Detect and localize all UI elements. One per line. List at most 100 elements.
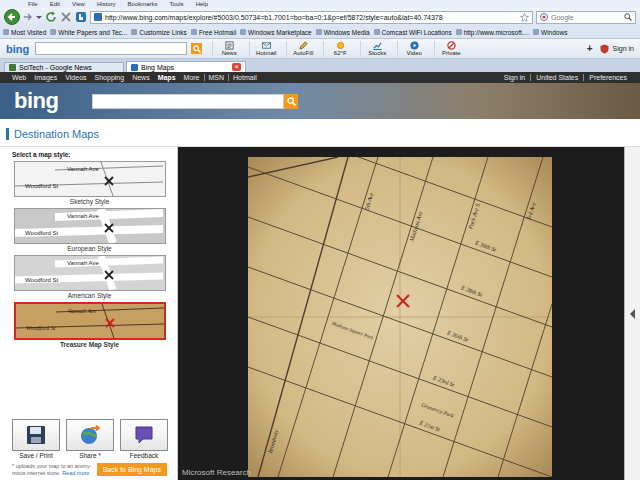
avenue-line <box>443 157 543 477</box>
private-icon <box>447 41 456 50</box>
menu-item[interactable]: Edit <box>50 0 60 8</box>
nav-link[interactable]: Web <box>8 74 30 81</box>
nav-link[interactable]: Videos <box>61 74 90 81</box>
toolbar-search-field[interactable] <box>35 42 187 55</box>
nav-link[interactable]: News <box>128 74 154 81</box>
collapse-arrow-icon[interactable] <box>630 309 636 319</box>
style-label: American Style <box>68 292 112 299</box>
style-label: Sketchy Style <box>70 198 109 205</box>
address-bar[interactable]: http://www.bing.com/maps/explore/#5003/0… <box>90 11 533 24</box>
treasure-map[interactable]: 5th AveMadison AvePark Ave S3rd AveE 30t… <box>248 157 552 477</box>
search-field[interactable]: Google <box>536 11 636 24</box>
site-search-field[interactable] <box>92 94 284 109</box>
svg-text:Vannah Ave: Vannah Ave <box>67 213 99 219</box>
menu-item[interactable]: History <box>97 0 116 8</box>
map-style-option[interactable]: Vannah AveWoodford StEuropean Style <box>12 208 167 252</box>
account-link[interactable]: Sign in <box>499 74 530 81</box>
bookmark-star-icon[interactable] <box>520 13 529 22</box>
reload-icon[interactable] <box>45 11 57 23</box>
nav-link[interactable]: More <box>180 74 204 81</box>
account-link[interactable]: United States <box>530 74 583 81</box>
toolbar-logo[interactable]: bing <box>4 43 31 55</box>
back-arrow-icon[interactable] <box>4 9 20 25</box>
street-line <box>248 157 552 227</box>
stop-icon[interactable] <box>60 11 72 23</box>
magnifier-icon <box>287 97 296 106</box>
style-preview: Vannah AveWoodford St <box>16 304 164 338</box>
add-button[interactable]: + <box>584 43 596 54</box>
bookmark[interactable]: Comcast WiFi Locations <box>374 29 452 36</box>
bookmark[interactable]: Customize Links <box>131 29 187 36</box>
street-line <box>248 367 552 477</box>
home-icon[interactable] <box>75 11 87 23</box>
bookmark-icon <box>316 29 322 35</box>
toolbar-button-label: Private <box>442 50 461 57</box>
style-thumbnail[interactable]: Vannah AveWoodford St <box>14 302 166 340</box>
action-button[interactable]: Save / Print <box>12 419 60 459</box>
account-link[interactable]: Preferences <box>583 74 632 81</box>
menu-item[interactable]: Tools <box>170 0 184 8</box>
sun-icon <box>336 41 345 50</box>
street-label: 5th Ave <box>364 192 375 211</box>
bookmark[interactable]: Windows Marketplace <box>240 29 312 36</box>
tab-close-button[interactable]: × <box>232 63 241 71</box>
action-button[interactable]: Feedback <box>120 419 168 459</box>
toolbar-button[interactable]: Hotmail <box>249 41 282 57</box>
toolbar-button[interactable]: Video <box>397 41 430 57</box>
map-style-option[interactable]: Vannah AveWoodford St Sketchy Style <box>12 161 167 205</box>
street-label: E 30th St <box>473 239 497 253</box>
destination-x-icon[interactable] <box>397 295 409 307</box>
forward-arrow-icon[interactable] <box>23 12 33 22</box>
bookmark[interactable]: White Papers and Tec... <box>50 29 127 36</box>
style-thumbnail[interactable]: Vannah AveWoodford St <box>14 161 166 197</box>
toolbar-button[interactable]: Private <box>434 41 467 57</box>
menu-item[interactable]: Bookmarks <box>128 0 158 8</box>
toolbar-sign-in[interactable]: Sign in <box>613 45 636 52</box>
action-buttons: Save / Print Share * Feedback <box>12 419 167 459</box>
toolbar-search-button[interactable] <box>191 43 202 54</box>
shield-icon[interactable] <box>600 44 609 54</box>
nav-link[interactable]: Hotmail <box>228 74 261 81</box>
style-preview: Vannah AveWoodford St <box>15 162 163 196</box>
search-engine-icon[interactable] <box>540 13 548 21</box>
action-label: Share * <box>79 452 101 459</box>
avenue-line <box>333 157 433 477</box>
browser-tab[interactable]: Bing Maps× <box>126 61 246 72</box>
nav-link[interactable]: Maps <box>154 74 180 81</box>
menu-item[interactable]: File <box>28 0 38 8</box>
svg-text:Vannah Ave: Vannah Ave <box>67 260 99 266</box>
read-more-link[interactable]: Read more <box>62 470 89 476</box>
style-thumbnail[interactable]: Vannah AveWoodford St <box>14 208 166 244</box>
site-navigation: WebImagesVideosShoppingNewsMapsMoreMSNHo… <box>0 72 640 83</box>
browser-tab[interactable]: SciTech - Google News <box>4 62 124 72</box>
bookmark-icon <box>374 29 380 35</box>
toolbar-button[interactable]: AutoFill <box>286 41 319 57</box>
bookmark[interactable]: Windows <box>533 29 567 36</box>
nav-link[interactable]: MSN <box>204 74 229 81</box>
newspaper-icon <box>225 41 234 50</box>
magnifier-icon[interactable] <box>624 13 632 21</box>
bing-logo[interactable]: bing <box>14 88 58 114</box>
toolbar-button[interactable]: Stocks <box>360 41 393 57</box>
style-thumbnail[interactable]: Vannah AveWoodford St <box>14 255 166 291</box>
action-button[interactable]: Share * <box>66 419 114 459</box>
menu-item[interactable]: Help <box>196 0 208 8</box>
toolbar-button[interactable]: News <box>212 41 245 57</box>
map-style-option[interactable]: Vannah AveWoodford StTreasure Map Style <box>12 302 167 348</box>
toolbar-button[interactable]: 62°F <box>323 41 356 57</box>
bookmark-label: Customize Links <box>139 29 187 36</box>
bookmark[interactable]: Windows Media <box>316 29 370 36</box>
history-dropdown-icon[interactable] <box>36 12 42 22</box>
bookmark[interactable]: Most Visited <box>3 29 46 36</box>
side-panel-toggle[interactable] <box>624 147 640 480</box>
map-style-option[interactable]: Vannah AveWoodford StAmerican Style <box>12 255 167 299</box>
menu-item[interactable]: View <box>72 0 85 8</box>
nav-link[interactable]: Shopping <box>91 74 129 81</box>
bookmark[interactable]: Free Hotmail <box>191 29 236 36</box>
site-search-button[interactable] <box>284 94 298 109</box>
nav-link[interactable]: Images <box>30 74 61 81</box>
street-label: E 28th St <box>459 284 483 298</box>
bookmarks-bar: Most Visited White Papers and Tec... Custo… <box>0 26 640 39</box>
back-to-bing-maps-button[interactable]: Back to Bing Maps <box>97 463 167 476</box>
bookmark[interactable]: http://www.microsoft.... <box>456 29 529 36</box>
